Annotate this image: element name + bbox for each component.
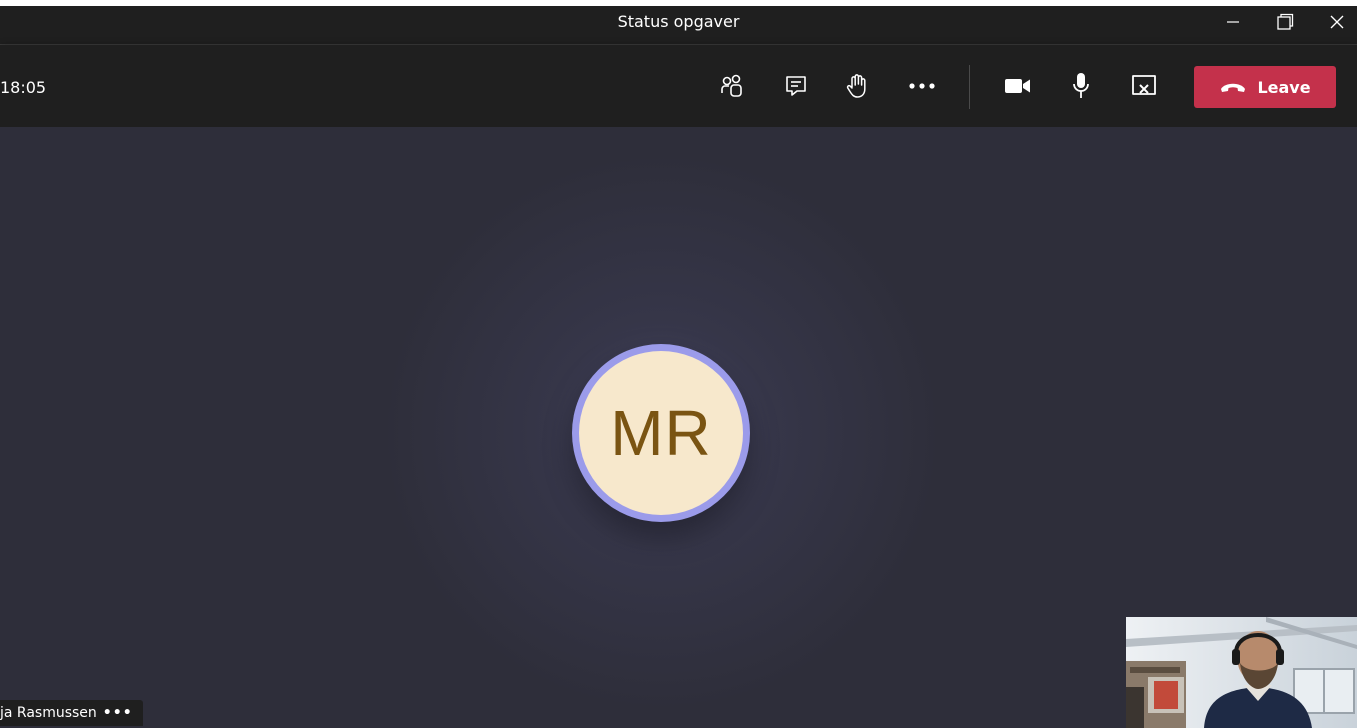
- people-icon: [721, 74, 742, 97]
- raise-hand-button[interactable]: [838, 66, 878, 106]
- restore-button[interactable]: [1262, 6, 1308, 38]
- window-title: Status opgaver: [617, 12, 740, 31]
- avatar-initials: MR: [579, 351, 743, 515]
- participants-button[interactable]: [712, 66, 752, 106]
- close-button[interactable]: [1314, 6, 1357, 38]
- call-toolbar: 18:05 Leave: [0, 45, 1357, 127]
- more-actions-button[interactable]: [902, 66, 942, 106]
- camera-toggle-button[interactable]: [998, 66, 1038, 106]
- leave-label: Leave: [1257, 77, 1311, 97]
- video-camera-icon: [1005, 79, 1030, 93]
- chat-button[interactable]: [776, 66, 816, 106]
- self-video-image: [1126, 617, 1357, 728]
- call-timer: 18:05: [0, 78, 47, 97]
- more-icon: [909, 83, 935, 89]
- minimize-icon: [1227, 21, 1239, 23]
- share-screen-button[interactable]: [1124, 66, 1164, 106]
- share-screen-icon: [1132, 75, 1156, 95]
- minimize-button[interactable]: [1210, 6, 1256, 38]
- mic-toggle-button[interactable]: [1061, 66, 1101, 106]
- restore-icon: [1277, 13, 1294, 30]
- leave-button[interactable]: Leave: [1194, 66, 1336, 108]
- participant-name-tag[interactable]: ja Rasmussen •••: [0, 700, 143, 726]
- microphone-icon: [1073, 73, 1089, 98]
- participant-name: ja Rasmussen: [0, 705, 97, 721]
- phone-hangup-icon: [1221, 83, 1246, 92]
- participant-avatar[interactable]: MR: [572, 344, 750, 522]
- toolbar-divider: [969, 65, 970, 109]
- chat-icon: [786, 76, 806, 96]
- close-icon: [1330, 15, 1344, 29]
- hand-icon: [846, 74, 866, 98]
- self-video-preview[interactable]: [1126, 617, 1357, 728]
- participant-more-button[interactable]: •••: [103, 705, 133, 721]
- title-bar: Status opgaver: [0, 6, 1357, 45]
